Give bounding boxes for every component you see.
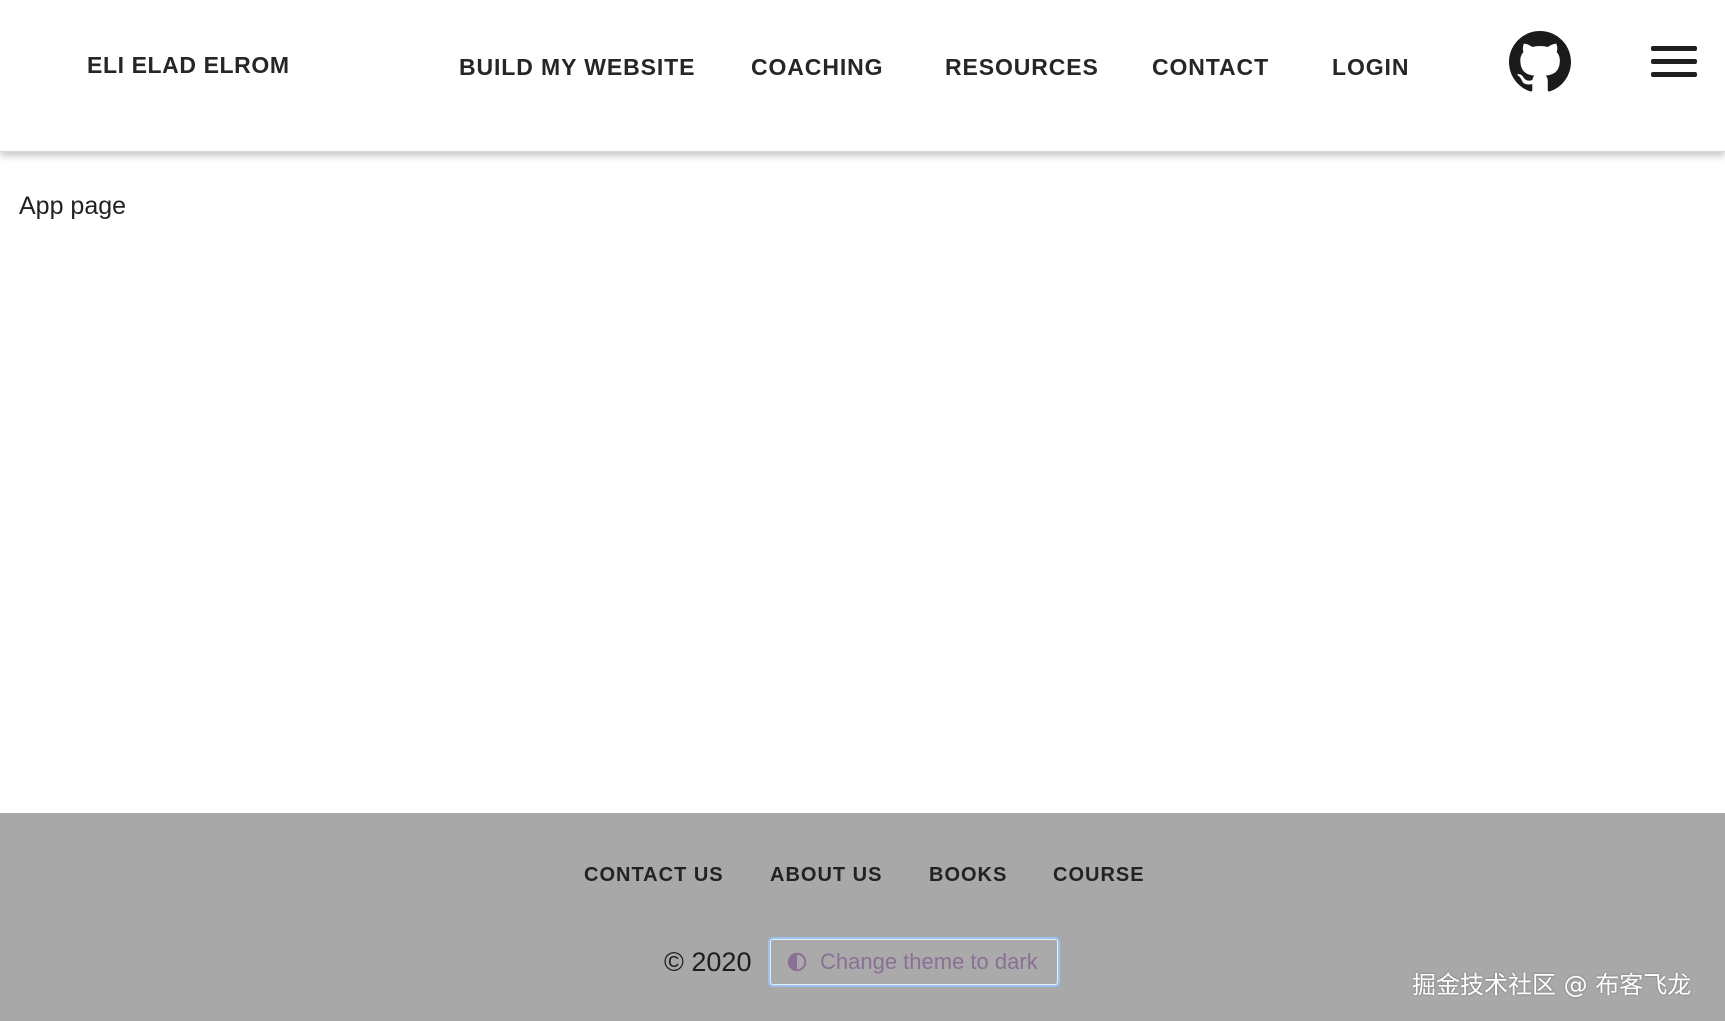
footer-books[interactable]: BOOKS bbox=[929, 864, 1007, 887]
hamburger-menu-icon[interactable] bbox=[1651, 44, 1699, 80]
footer-about-us[interactable]: ABOUT US bbox=[770, 864, 882, 887]
watermark-text: 掘金技术社区 @ 布客飞龙 bbox=[1412, 971, 1692, 999]
menu-bar bbox=[1651, 46, 1697, 51]
main-content: App page bbox=[0, 152, 1725, 813]
brand-logo-text[interactable]: ELI ELAD ELROM bbox=[87, 52, 290, 79]
change-theme-button[interactable]: Change theme to dark bbox=[768, 937, 1060, 987]
nav-resources[interactable]: RESOURCES bbox=[945, 54, 1099, 81]
copyright-text: © 2020 bbox=[664, 947, 752, 977]
nav-login[interactable]: LOGIN bbox=[1332, 54, 1409, 81]
footer-contact-us[interactable]: CONTACT US bbox=[584, 864, 724, 887]
github-icon[interactable] bbox=[1509, 31, 1571, 93]
menu-bar bbox=[1651, 72, 1697, 77]
top-header: ELI ELAD ELROM BUILD MY WEBSITE COACHING… bbox=[0, 0, 1725, 152]
nav-build-my-website[interactable]: BUILD MY WEBSITE bbox=[459, 54, 695, 81]
change-theme-label: Change theme to dark bbox=[820, 949, 1038, 974]
half-drop-icon bbox=[787, 952, 807, 972]
github-icon-svg bbox=[1509, 31, 1571, 92]
menu-bar bbox=[1651, 59, 1697, 64]
nav-coaching[interactable]: COACHING bbox=[751, 54, 883, 81]
footer-course[interactable]: COURSE bbox=[1053, 864, 1145, 887]
nav-contact[interactable]: CONTACT bbox=[1152, 54, 1269, 81]
app-page: ELI ELAD ELROM BUILD MY WEBSITE COACHING… bbox=[0, 0, 1725, 1021]
footer: CONTACT US ABOUT US BOOKS COURSE © 2020 … bbox=[0, 813, 1725, 1021]
page-title: App page bbox=[19, 192, 127, 220]
